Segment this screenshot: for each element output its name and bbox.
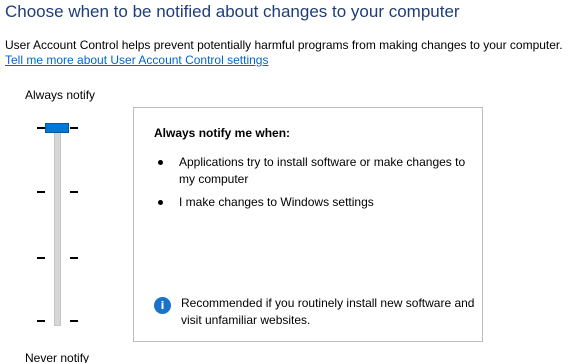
panel-title: Always notify me when: bbox=[154, 126, 291, 140]
slider-tick bbox=[70, 127, 78, 129]
slider-tick bbox=[70, 257, 78, 259]
slider-top-label: Always notify bbox=[25, 88, 96, 102]
bullet-icon bbox=[158, 160, 163, 165]
slider-tick bbox=[37, 127, 45, 129]
slider-track[interactable] bbox=[54, 128, 61, 326]
info-icon: i bbox=[154, 297, 171, 314]
bullet-icon bbox=[158, 200, 163, 205]
uac-settings-page: Choose when to be notified about changes… bbox=[0, 0, 577, 363]
page-description: User Account Control helps prevent poten… bbox=[5, 38, 563, 52]
recommendation-text: Recommended if you routinely install new… bbox=[181, 296, 475, 327]
slider-tick bbox=[37, 320, 45, 322]
uac-help-link[interactable]: Tell me more about User Account Control … bbox=[5, 53, 268, 67]
notification-level-slider[interactable] bbox=[30, 118, 86, 332]
slider-bottom-label: Never notify bbox=[25, 351, 90, 363]
slider-tick bbox=[37, 257, 45, 259]
bullet-item: Applications try to install software or … bbox=[179, 155, 466, 186]
slider-tick bbox=[37, 191, 45, 193]
slider-tick bbox=[70, 191, 78, 193]
slider-thumb[interactable] bbox=[45, 123, 69, 133]
page-title: Choose when to be notified about changes… bbox=[5, 2, 460, 21]
bullet-item: I make changes to Windows settings bbox=[179, 195, 374, 209]
slider-tick bbox=[70, 320, 78, 322]
notification-description-panel: Always notify me when: Applications try … bbox=[133, 107, 483, 342]
